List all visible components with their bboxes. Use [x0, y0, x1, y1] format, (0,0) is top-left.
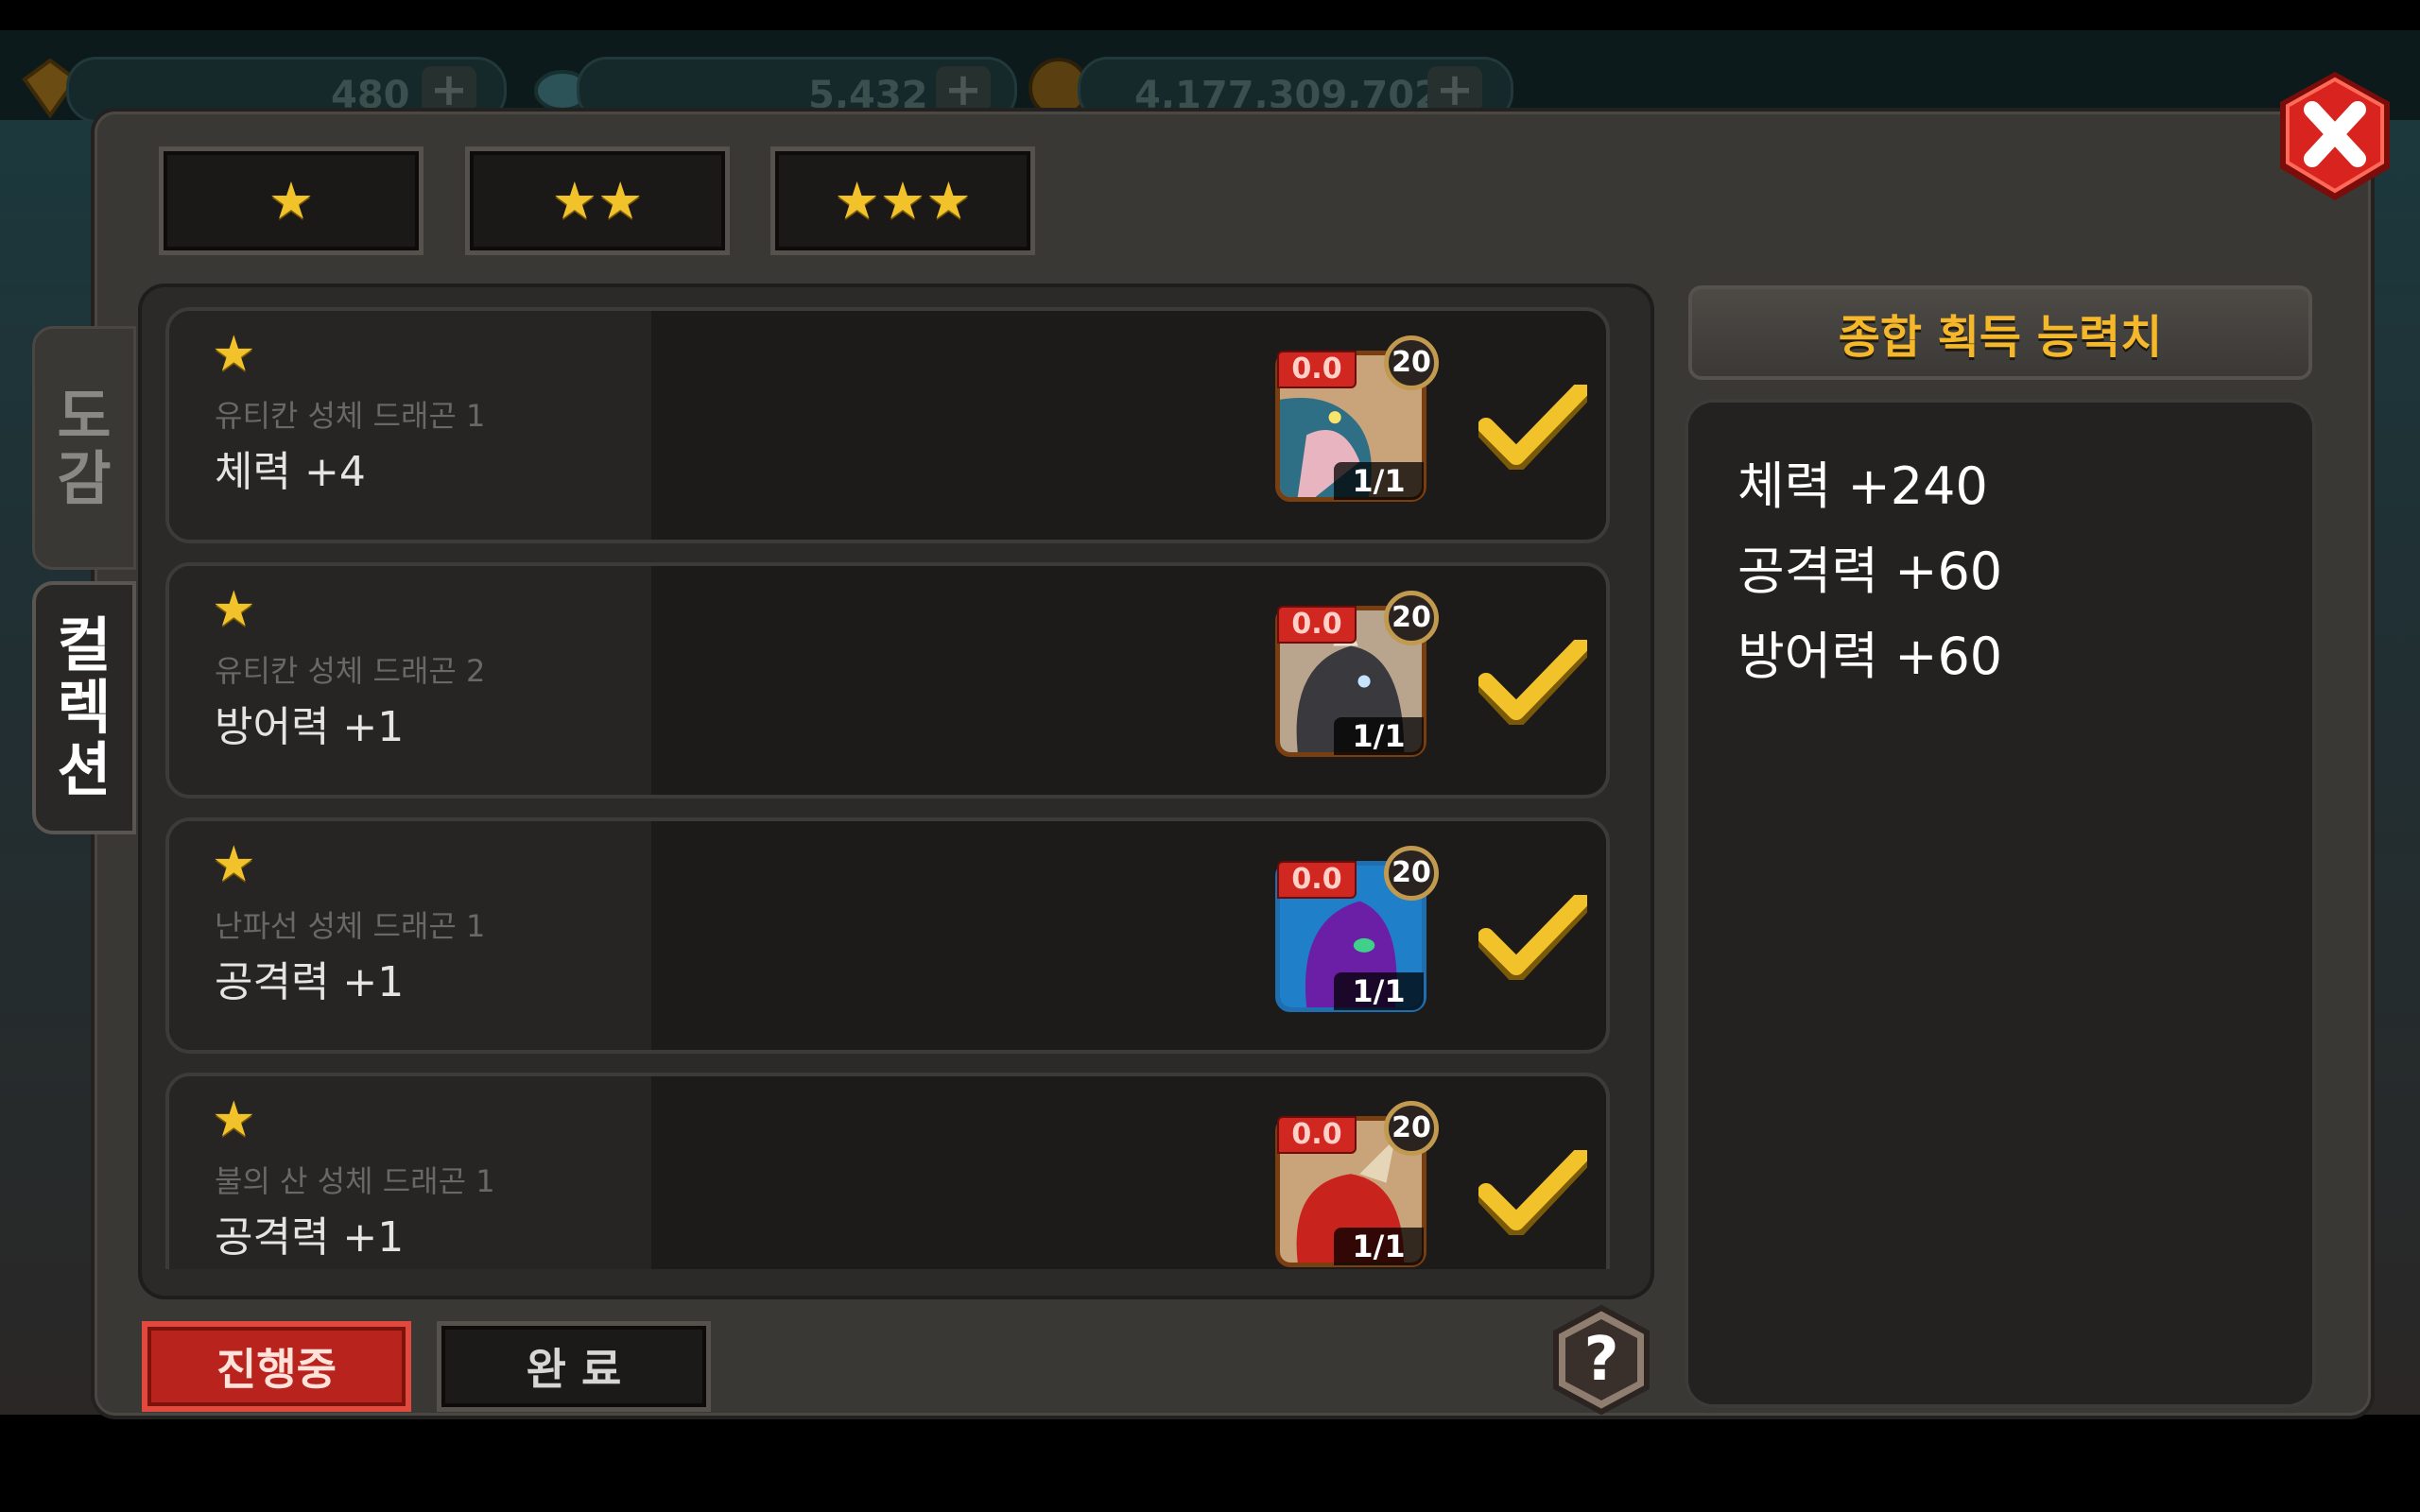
tab-collection-char: 컬 [57, 610, 112, 679]
check-icon [1478, 385, 1587, 470]
collection-item[interactable]: ★ 난파선 성체 드래곤 1 공격력 +1 0.0 20 1/1 [165, 817, 1610, 1054]
filter-one-star-tab[interactable]: ★ [159, 146, 424, 255]
item-stat: 공격력 +1 [215, 958, 405, 1006]
star-icon: ★★★ [834, 170, 972, 231]
score-badge: 0.0 [1277, 351, 1357, 388]
level-badge: 20 [1384, 1101, 1439, 1156]
collection-item[interactable]: ★ 유티칸 성체 드래곤 2 방어력 +1 0.0 20 1/1 [165, 562, 1610, 799]
help-icon[interactable]: ? [1550, 1304, 1652, 1416]
count-badge: 1/1 [1334, 462, 1424, 500]
collection-item[interactable]: ★ 유티칸 성체 드래곤 1 체력 +4 0.0 20 1/1 [165, 307, 1610, 543]
filter-two-star-tab[interactable]: ★★ [465, 146, 730, 255]
add-crystal-button[interactable]: + [936, 66, 991, 113]
star-icon: ★ [268, 170, 315, 231]
star-icon: ★★ [551, 170, 644, 231]
summary-stat-line: 체력 +240 [1737, 456, 1988, 516]
svg-text:?: ? [1583, 1325, 1618, 1395]
item-name: 불의 산 성체 드래곤 1 [215, 1163, 495, 1199]
check-icon [1478, 640, 1587, 725]
item-stat: 방어력 +1 [215, 703, 405, 751]
filter-three-star-tab[interactable]: ★★★ [770, 146, 1035, 255]
tab-dogam[interactable]: 도 감 [32, 326, 136, 570]
level-badge: 20 [1384, 591, 1439, 645]
star-icon: ★ [212, 1091, 256, 1148]
in-progress-button[interactable]: 진행중 [142, 1321, 411, 1412]
star-icon: ★ [212, 836, 256, 893]
count-badge: 1/1 [1334, 717, 1424, 755]
count-badge: 1/1 [1334, 1228, 1424, 1265]
add-gold-button[interactable]: + [1427, 66, 1482, 113]
level-badge: 20 [1384, 335, 1439, 390]
check-icon [1478, 895, 1587, 980]
add-gem-button[interactable]: + [422, 66, 476, 113]
tab-collection-char: 렉 [57, 673, 112, 742]
star-icon: ★ [212, 581, 256, 638]
item-name: 난파선 성체 드래곤 1 [215, 908, 486, 944]
tab-dogam-char: 감 [57, 444, 112, 513]
tab-dogam-char: 도 [57, 382, 112, 451]
collection-item[interactable]: ★ 불의 산 성체 드래곤 1 공격력 +1 0.0 20 1/1 [165, 1073, 1610, 1269]
item-name: 유티칸 성체 드래곤 2 [215, 653, 486, 689]
item-stat: 공격력 +1 [215, 1213, 405, 1262]
level-badge: 20 [1384, 846, 1439, 901]
summary-stat-line: 공격력 +60 [1737, 541, 2003, 601]
score-badge: 0.0 [1277, 1116, 1357, 1154]
item-stat: 체력 +4 [215, 448, 366, 496]
collection-list[interactable]: ★ 유티칸 성체 드래곤 1 체력 +4 0.0 20 1/1 ★ 유티칸 성체… [161, 307, 1616, 1269]
score-badge: 0.0 [1277, 606, 1357, 644]
summary-stat-line: 방어력 +60 [1737, 627, 2003, 686]
star-icon: ★ [212, 326, 256, 383]
count-badge: 1/1 [1334, 972, 1424, 1010]
tab-collection[interactable]: 컬 렉 션 [32, 581, 136, 834]
score-badge: 0.0 [1277, 861, 1357, 899]
completed-button[interactable]: 완 료 [437, 1321, 711, 1412]
check-icon [1478, 1150, 1587, 1235]
summary-title: 종합 획득 능력치 [1688, 285, 2312, 380]
tab-collection-char: 션 [57, 735, 112, 804]
close-icon[interactable] [2269, 66, 2401, 208]
item-name: 유티칸 성체 드래곤 1 [215, 398, 486, 434]
